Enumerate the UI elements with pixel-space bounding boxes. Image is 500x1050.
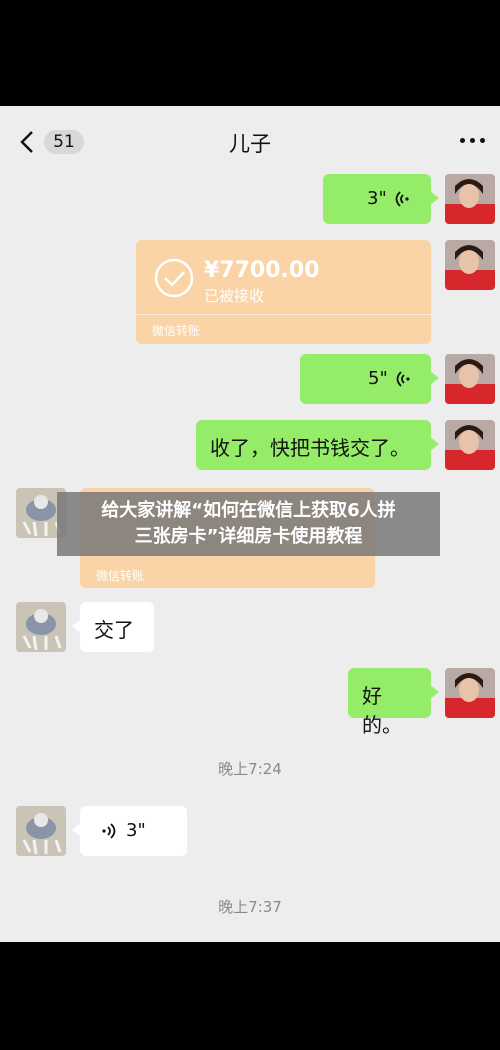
voice-message-bubble[interactable]: 5" (300, 354, 439, 404)
voice-wave-icon (395, 191, 409, 207)
voice-duration: 5" (368, 368, 388, 389)
caption-overlay: 给大家讲解“如何在微信上获取6人拼 三张房卡”详细房卡使用教程 (57, 492, 440, 556)
chat-header: 51 儿子 (0, 106, 500, 176)
message-text: 好的。 (362, 684, 402, 737)
text-message-bubble[interactable]: 收了，快把书钱交了。 (196, 420, 439, 470)
more-dots-icon[interactable] (460, 130, 486, 150)
avatar-contact[interactable] (16, 602, 66, 652)
transfer-status: 已被接收 (204, 287, 265, 305)
transfer-footer: 微信转账 (152, 324, 201, 338)
avatar-self[interactable] (445, 240, 495, 290)
avatar-self[interactable] (445, 354, 495, 404)
transfer-amount: ¥7700.00 (204, 258, 320, 283)
caption-line-1: 给大家讲解“如何在微信上获取6人拼 (101, 500, 396, 521)
avatar-self[interactable] (445, 420, 495, 470)
message-text: 收了，快把书钱交了。 (210, 436, 410, 460)
check-circle-icon (154, 258, 194, 298)
voice-message-bubble[interactable]: 3" (72, 806, 187, 856)
message-text: 交了 (94, 618, 134, 642)
text-message-bubble[interactable]: 好的。 (348, 668, 439, 737)
chat-title: 儿子 (229, 132, 271, 156)
timestamp: 晚上7:37 (218, 898, 282, 916)
avatar-self[interactable] (445, 668, 495, 718)
transfer-card[interactable]: ¥7700.00 已被接收 微信转账 (136, 240, 431, 344)
voice-message-bubble[interactable]: 3" (323, 174, 439, 224)
text-message-bubble[interactable]: 交了 (72, 602, 154, 652)
voice-wave-icon (396, 371, 410, 387)
caption-line-2: 三张房卡”详细房卡使用教程 (134, 526, 363, 547)
avatar-self[interactable] (445, 174, 495, 224)
voice-duration: 3" (367, 188, 387, 209)
voice-wave-icon (102, 823, 116, 839)
avatar-contact[interactable] (16, 806, 66, 856)
transfer-footer: 微信转账 (96, 569, 145, 583)
timestamp: 晚上7:24 (218, 760, 282, 778)
voice-duration: 3" (126, 820, 146, 841)
